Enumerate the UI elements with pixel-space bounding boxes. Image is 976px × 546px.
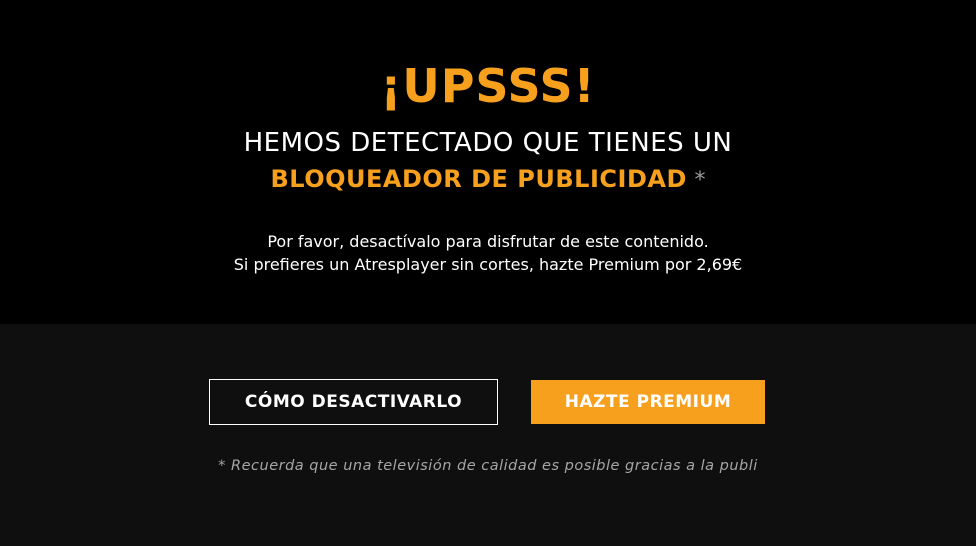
how-to-disable-button[interactable]: CÓMO DESACTIVARLO	[209, 379, 498, 425]
description-line-2: Si prefieres un Atresplayer sin cortes, …	[233, 255, 743, 274]
detection-heading-highlight: BLOQUEADOR DE PUBLICIDAD *	[0, 162, 976, 198]
actions-panel: CÓMO DESACTIVARLO HAZTE PREMIUM * Recuer…	[0, 324, 976, 546]
description: Por favor, desactívalo para disfrutar de…	[0, 230, 976, 276]
footnote-asterisk: *	[694, 168, 706, 193]
adblock-notice-page: ¡UPSSS! HEMOS DETECTADO QUE TIENES UN BL…	[0, 0, 976, 546]
detection-heading: HEMOS DETECTADO QUE TIENES UN	[243, 128, 733, 158]
footnote: * Recuerda que una televisión de calidad…	[218, 458, 758, 474]
page-title: ¡UPSSS!	[380, 59, 596, 113]
description-line-1: Por favor, desactívalo para disfrutar de…	[267, 232, 709, 251]
adblocker-highlight: BLOQUEADOR DE PUBLICIDAD	[270, 165, 687, 193]
adblock-message-panel: ¡UPSSS! HEMOS DETECTADO QUE TIENES UN BL…	[0, 0, 976, 324]
go-premium-button[interactable]: HAZTE PREMIUM	[531, 380, 765, 424]
